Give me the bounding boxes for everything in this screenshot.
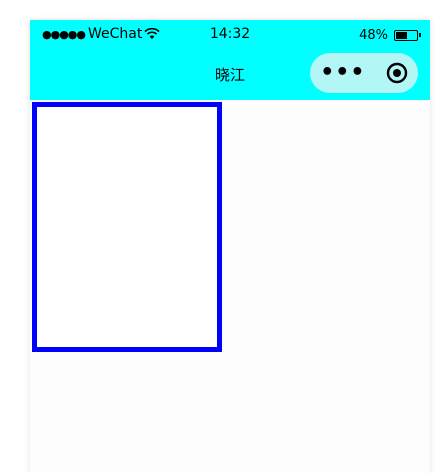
blue-bordered-view <box>32 102 222 352</box>
close-target-icon[interactable] <box>386 62 408 84</box>
more-icon[interactable]: ••• <box>320 62 365 84</box>
battery: 48% <box>359 28 421 43</box>
header: ●●●●● WeChat 14:32 48% 晓江 ••• <box>30 20 430 100</box>
status-bar: ●●●●● WeChat 14:32 48% <box>30 20 430 48</box>
battery-percent: 48% <box>359 28 388 43</box>
page-content <box>30 100 430 473</box>
phone-screen: ●●●●● WeChat 14:32 48% 晓江 ••• <box>30 20 430 473</box>
menu-capsule: ••• <box>310 53 418 93</box>
battery-icon <box>394 30 421 41</box>
battery-fill <box>396 32 407 39</box>
